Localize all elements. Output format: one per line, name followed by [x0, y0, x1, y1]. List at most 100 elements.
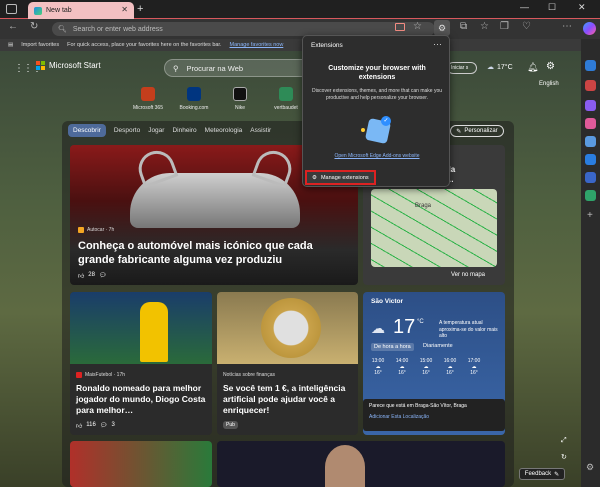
microsoft-start-logo[interactable]: Microsoft Start [36, 61, 101, 70]
comment-icon: 💬︎ [98, 273, 107, 279]
quick-link-label: vertbaudet [274, 105, 298, 111]
favorites-icon[interactable]: ☆ [480, 21, 489, 32]
hero-reactions[interactable]: 👍︎ 28 💬︎ [78, 272, 107, 280]
import-favorites-link[interactable]: Import favorites [21, 42, 59, 48]
weather-widget[interactable]: ☁ 17°C [487, 63, 513, 72]
sidebar-drop-icon[interactable] [585, 190, 596, 201]
browser-essentials-icon[interactable]: ♡ [522, 21, 531, 32]
sidebar-tools-icon[interactable] [585, 100, 596, 111]
news-card[interactable] [70, 441, 212, 487]
read-aloud-icon[interactable] [395, 23, 405, 31]
close-tab-icon[interactable]: ✕ [121, 5, 128, 14]
personalize-button[interactable]: ✎ Personalizar [450, 125, 504, 137]
quick-link[interactable]: vertbaudet [268, 87, 304, 111]
brand-text: Microsoft Start [49, 61, 101, 70]
finance-news-card[interactable]: Notícias sobre finanças Se você tem 1 €,… [217, 292, 358, 435]
forecast-temp: 16° [446, 370, 454, 376]
sidebar-settings-icon[interactable]: ⚙ [586, 462, 594, 473]
address-bar[interactable]: 🔍︎ Search or enter web address [52, 22, 435, 36]
forecast-temp: 16° [422, 370, 430, 376]
video-news-card[interactable] [217, 441, 505, 487]
close-window-icon[interactable]: ✕ [578, 2, 586, 13]
split-screen-icon[interactable]: ⧉ [460, 21, 467, 32]
tab-descobrir[interactable]: Descobrir [68, 124, 106, 137]
view-map-link[interactable]: Ver no mapa [451, 272, 485, 278]
location-prompt-text: Parece que está em Braga-São Vítor, Brag… [369, 403, 467, 409]
sidebar-search-icon[interactable] [585, 60, 596, 71]
refresh-feed-icon[interactable]: ↻ [561, 453, 567, 461]
import-favorites-icon: ▤ [8, 42, 14, 48]
quick-link[interactable]: Microsoft 365 [130, 87, 166, 111]
like-count: 116 [86, 422, 96, 428]
copilot-icon[interactable] [583, 22, 596, 35]
sidebar-microsoft365-icon[interactable] [585, 136, 596, 147]
cloud-icon: ☁ [371, 320, 385, 336]
soccer-news-card[interactable]: MaisFutebol · 17h Ronaldo nomeado para m… [70, 292, 212, 435]
collections-icon[interactable]: ❐ [500, 21, 509, 32]
sign-in-button[interactable]: Iniciar s [447, 62, 477, 74]
like-icon: 👍︎ [76, 424, 83, 430]
language-selector[interactable]: English [539, 81, 559, 87]
weather-location: São Victor [371, 298, 404, 305]
tab-desporto[interactable]: Desporto [114, 127, 140, 134]
extensions-popup: Extensions ⋯ Customize your browser with… [302, 35, 450, 187]
manage-favorites-link[interactable]: Manage favorites now [230, 42, 284, 48]
tab-meteorologia[interactable]: Meteorologia [205, 127, 243, 134]
tab-hourly[interactable]: De hora a hora [371, 343, 414, 351]
maximize-icon[interactable]: ☐ [548, 2, 556, 13]
popup-more-icon[interactable]: ⋯ [433, 39, 442, 50]
forecast-temp: 16° [470, 370, 478, 376]
quick-link-label: Booking.com [179, 105, 209, 111]
tab-daily[interactable]: Diariamente [423, 343, 453, 349]
sidebar-outlook-icon[interactable] [585, 154, 596, 165]
manage-extensions-button[interactable]: ⚙ Manage extensions [305, 170, 376, 185]
tab-new-tab[interactable]: New tab ✕ [28, 2, 134, 19]
back-icon[interactable]: ← [8, 21, 18, 32]
nike-icon [233, 87, 247, 101]
forecast-temp: 16° [374, 370, 382, 376]
tab-jogar[interactable]: Jogar [148, 127, 164, 134]
extensions-icon[interactable]: ⚙ [434, 20, 450, 36]
map-city-label: Braga [415, 203, 432, 209]
workspaces-icon[interactable] [6, 4, 17, 14]
popup-heading: Customize your browser with extensions [328, 65, 426, 81]
person-image [325, 445, 365, 487]
soccer-reactions[interactable]: 👍︎ 116 💬︎ 3 [76, 422, 115, 430]
manage-extensions-label: Manage extensions [320, 174, 369, 181]
refresh-icon[interactable]: ↻ [30, 21, 38, 32]
feedback-label: Feedback [524, 471, 552, 477]
notifications-bell-icon[interactable]: 🔔︎ [527, 62, 538, 73]
soccer-headline: Ronaldo nomeado para melhor jogador do m… [76, 383, 206, 415]
booking-icon [187, 87, 201, 101]
weather-temp: 17°C [497, 63, 513, 71]
tab-assistir[interactable]: Assistir [250, 127, 271, 134]
settings-more-icon[interactable]: ⋯ [562, 21, 572, 32]
sidebar-shopping-icon[interactable] [585, 80, 596, 91]
favorite-star-icon[interactable]: ☆ [413, 21, 422, 32]
add-location-link[interactable]: Adicionar Esta Localização [369, 414, 499, 420]
address-placeholder: Search or enter web address [72, 25, 163, 33]
feedback-button[interactable]: Feedback ✎ [519, 468, 565, 480]
page-settings-icon[interactable]: ⚙ [546, 61, 555, 72]
sidebar-designer-icon[interactable] [585, 172, 596, 183]
feedback-icon: ✎ [554, 471, 560, 478]
finance-headline: Se você tem 1 €, a inteligência artifici… [223, 383, 346, 415]
quick-link[interactable]: Nike [222, 87, 258, 111]
gear-icon: ⚙ [312, 174, 317, 181]
quick-link[interactable]: Booking.com [176, 87, 212, 111]
traffic-map[interactable] [371, 189, 497, 267]
addons-website-link[interactable]: Open Microsoft Edge Add-ons website [315, 153, 439, 159]
tab-dinheiro[interactable]: Dinheiro [172, 127, 196, 134]
new-tab-button[interactable]: + [137, 3, 143, 15]
expand-icon[interactable]: ⤢ [561, 437, 567, 445]
soccer-source: MaisFutebol · 17h [76, 372, 125, 378]
favorites-bar: ▤ Import favorites For quick access, pla… [0, 39, 600, 51]
sidebar-games-icon[interactable] [585, 118, 596, 129]
player-figure [140, 302, 168, 362]
sidebar-add-icon[interactable]: + [587, 210, 593, 221]
tab-title: New tab [46, 7, 72, 14]
hero-source: Autocar · 7h [78, 227, 114, 233]
minimize-icon[interactable]: — [520, 2, 529, 12]
new-tab-page: ⋮⋮⋮ Microsoft Start ⚲ Procurar na Web In… [0, 51, 581, 487]
edge-tab-icon [34, 6, 42, 15]
